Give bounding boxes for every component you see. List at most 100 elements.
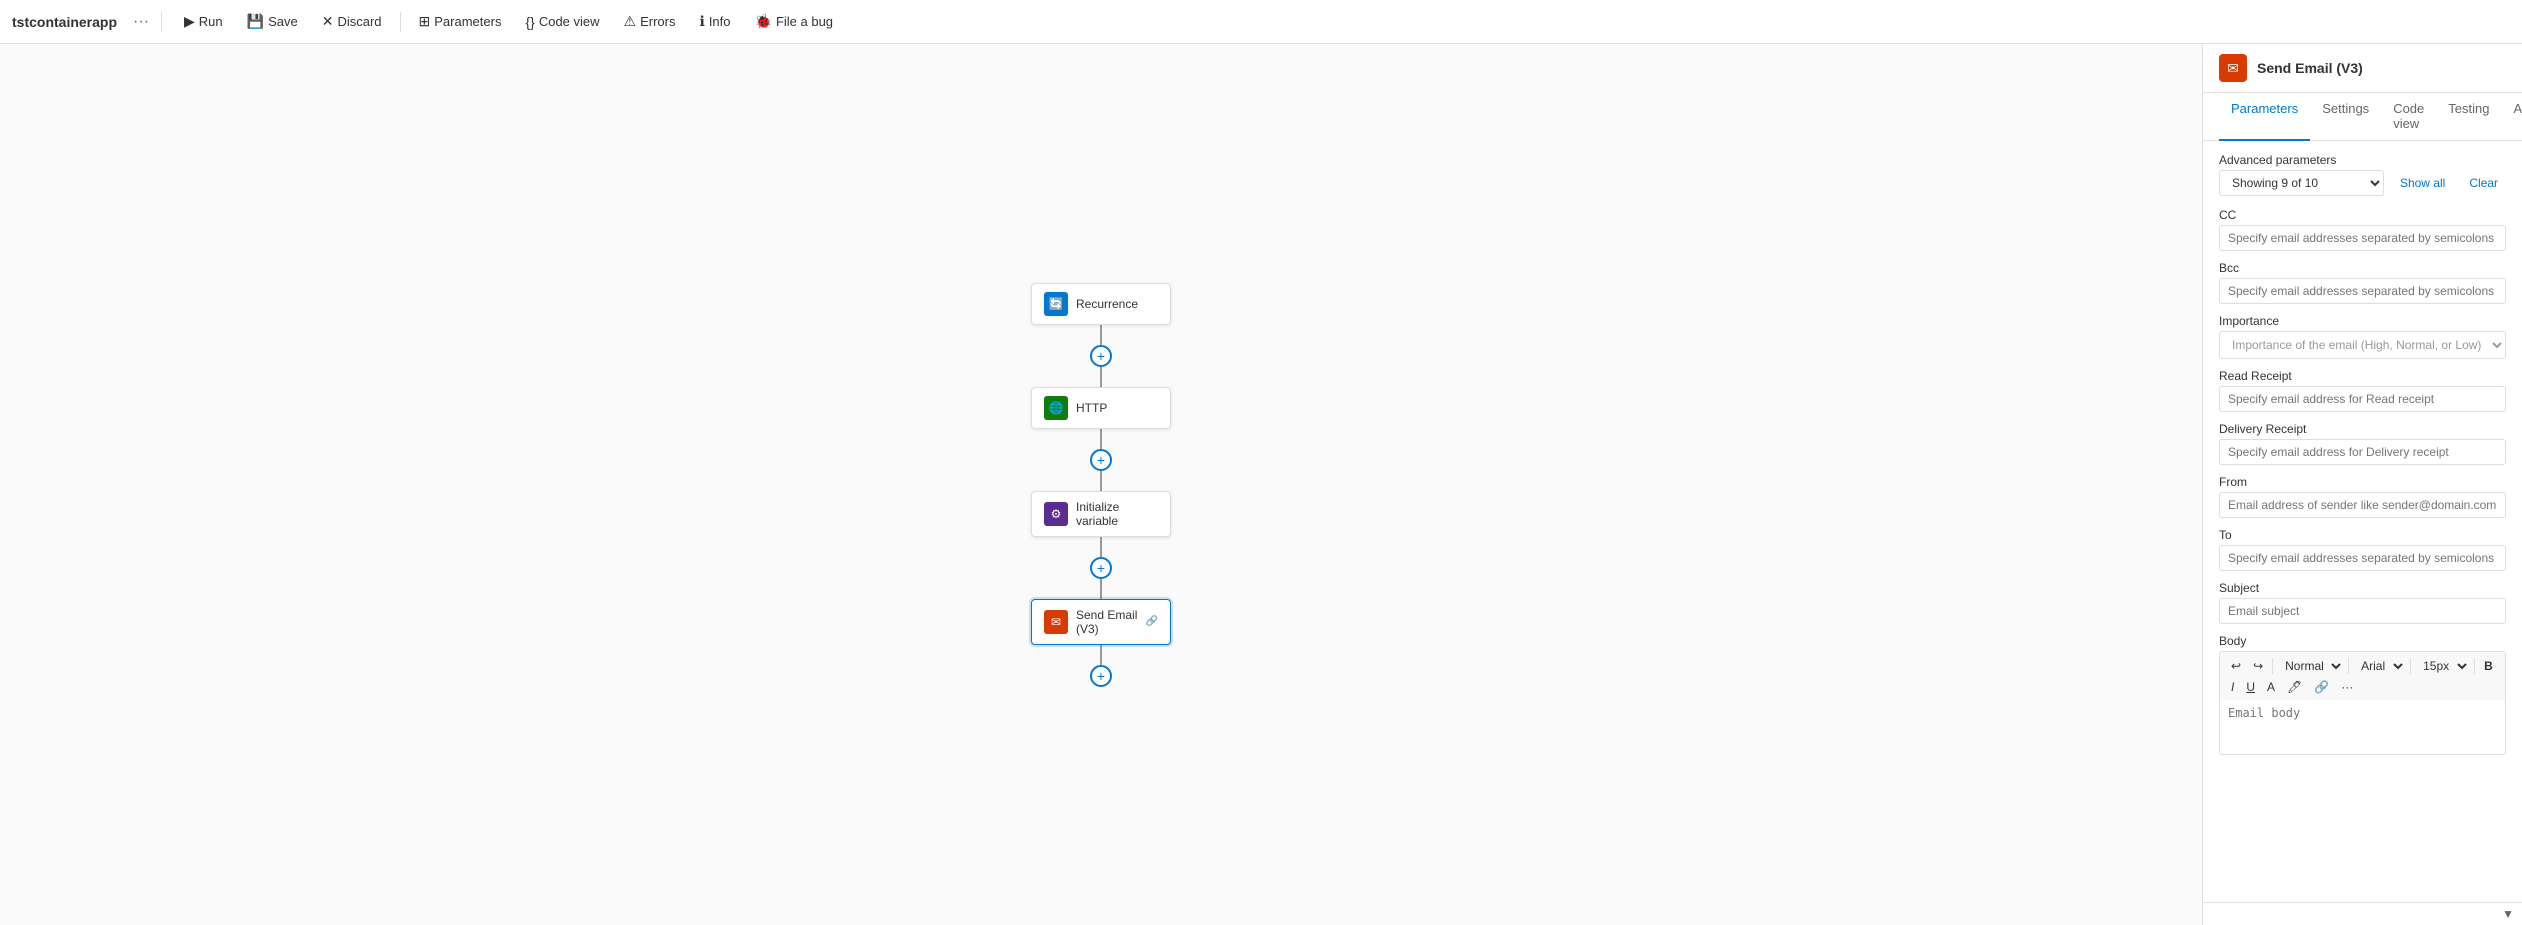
app-dots-menu[interactable]: ···	[133, 13, 149, 31]
canvas[interactable]: 🔄 Recurrence + 🌐 HTTP + ⚙ Initia	[0, 44, 2202, 925]
init-var-icon: ⚙	[1044, 502, 1068, 526]
tab-testing[interactable]: Testing	[2436, 93, 2501, 141]
delivery-receipt-field-group: Delivery Receipt	[2219, 422, 2506, 465]
panel-tabs: Parameters Settings Code view Testing Ab…	[2203, 93, 2522, 141]
line-1b	[1100, 367, 1102, 387]
advanced-params-label: Advanced parameters	[2219, 153, 2506, 167]
errors-icon: ⚠	[624, 13, 637, 30]
info-button[interactable]: ℹ Info	[689, 9, 740, 34]
show-all-button[interactable]: Show all	[2392, 172, 2453, 194]
line-2b	[1100, 471, 1102, 491]
bcc-input[interactable]	[2219, 278, 2506, 304]
advanced-params-row: Showing 9 of 10 Show all Clear	[2219, 170, 2506, 196]
tab-parameters[interactable]: Parameters	[2219, 93, 2310, 141]
code-view-button[interactable]: {} Code view	[515, 10, 609, 34]
save-button[interactable]: 💾 Save	[237, 9, 308, 34]
redo-button[interactable]: ↪	[2248, 657, 2268, 675]
body-textarea[interactable]	[2219, 700, 2506, 755]
connector-1: +	[1090, 325, 1112, 387]
http-label: HTTP	[1076, 401, 1158, 415]
topbar: tstcontainerapp ··· ▶ Run 💾 Save ✕ Disca…	[0, 0, 2522, 44]
advanced-params-select[interactable]: Showing 9 of 10	[2219, 170, 2384, 196]
tab-code-view[interactable]: Code view	[2381, 93, 2436, 141]
highlight-button[interactable]: 🖊	[2282, 678, 2307, 696]
flow-container: 🔄 Recurrence + 🌐 HTTP + ⚙ Initia	[1031, 283, 1171, 687]
toolbar-div-3	[2410, 658, 2411, 674]
add-between-http-init[interactable]: +	[1090, 449, 1112, 471]
init-var-label: Initialize variable	[1076, 500, 1158, 528]
toolbar-div-4	[2474, 658, 2475, 674]
bug-icon: 🐞	[755, 13, 772, 30]
subject-input[interactable]	[2219, 598, 2506, 624]
save-icon: 💾	[247, 13, 264, 30]
toolbar-div-1	[2272, 658, 2273, 674]
add-after-send-email[interactable]: +	[1090, 665, 1112, 687]
more-button[interactable]: ···	[2336, 678, 2358, 696]
subject-field-group: Subject	[2219, 581, 2506, 624]
scroll-down-button[interactable]: ▼	[2502, 907, 2514, 921]
info-icon: ℹ	[699, 13, 704, 30]
bold-button[interactable]: B	[2479, 657, 2498, 675]
importance-select[interactable]: Importance of the email (High, Normal, o…	[2219, 331, 2506, 359]
run-button[interactable]: ▶ Run	[174, 9, 233, 34]
read-receipt-label: Read Receipt	[2219, 369, 2506, 383]
undo-button[interactable]: ↩	[2226, 657, 2246, 675]
parameters-icon: ⊞	[419, 13, 431, 30]
add-between-init-send[interactable]: +	[1090, 557, 1112, 579]
initialize-variable-node[interactable]: ⚙ Initialize variable	[1031, 491, 1171, 537]
tab-about[interactable]: About	[2501, 93, 2522, 141]
bcc-label: Bcc	[2219, 261, 2506, 275]
send-email-node[interactable]: ✉ Send Email (V3) 🔗	[1031, 599, 1171, 645]
advanced-params-section: Advanced parameters Showing 9 of 10 Show…	[2219, 153, 2506, 196]
send-email-icon: ✉	[1044, 610, 1068, 634]
clear-button[interactable]: Clear	[2461, 172, 2506, 194]
from-field-group: From	[2219, 475, 2506, 518]
discard-button[interactable]: ✕ Discard	[312, 9, 392, 34]
underline-button[interactable]: U	[2241, 678, 2260, 696]
connector-3: +	[1090, 537, 1112, 599]
recurrence-node[interactable]: 🔄 Recurrence	[1031, 283, 1171, 325]
parameters-button[interactable]: ⊞ Parameters	[409, 9, 512, 34]
font-select[interactable]: Arial	[2353, 656, 2406, 676]
send-email-label: Send Email (V3)	[1076, 608, 1146, 636]
format-select[interactable]: Normal	[2277, 656, 2344, 676]
http-node[interactable]: 🌐 HTTP	[1031, 387, 1171, 429]
bcc-field-group: Bcc	[2219, 261, 2506, 304]
run-icon: ▶	[184, 13, 195, 30]
to-label: To	[2219, 528, 2506, 542]
body-field-group: Body ↩ ↪ Normal Arial 15px	[2219, 634, 2506, 758]
toolbar: ▶ Run 💾 Save ✕ Discard ⊞ Parameters {} C…	[174, 9, 843, 34]
cc-label: CC	[2219, 208, 2506, 222]
cc-field-group: CC	[2219, 208, 2506, 251]
cc-input[interactable]	[2219, 225, 2506, 251]
from-label: From	[2219, 475, 2506, 489]
subject-label: Subject	[2219, 581, 2506, 595]
line-2	[1100, 429, 1102, 449]
discard-icon: ✕	[322, 13, 334, 30]
main-area: 🔄 Recurrence + 🌐 HTTP + ⚙ Initia	[0, 44, 2522, 925]
file-bug-button[interactable]: 🐞 File a bug	[745, 9, 844, 34]
recurrence-icon: 🔄	[1044, 292, 1068, 316]
add-between-recurrence-http[interactable]: +	[1090, 345, 1112, 367]
delivery-receipt-label: Delivery Receipt	[2219, 422, 2506, 436]
recurrence-label: Recurrence	[1076, 297, 1158, 311]
delivery-receipt-input[interactable]	[2219, 439, 2506, 465]
read-receipt-input[interactable]	[2219, 386, 2506, 412]
link-button[interactable]: 🔗	[2309, 678, 2334, 696]
body-label: Body	[2219, 634, 2506, 648]
line-1	[1100, 325, 1102, 345]
size-select[interactable]: 15px	[2415, 656, 2470, 676]
toolbar-divider	[400, 12, 401, 32]
code-icon: {}	[525, 14, 534, 30]
panel-header: ✉ Send Email (V3)	[2203, 44, 2522, 93]
node-link-icon: 🔗	[1146, 616, 1158, 627]
to-input[interactable]	[2219, 545, 2506, 571]
italic-button[interactable]: I	[2226, 678, 2239, 696]
font-color-button[interactable]: A	[2262, 678, 2280, 696]
to-field-group: To	[2219, 528, 2506, 571]
tab-settings[interactable]: Settings	[2310, 93, 2381, 141]
importance-label: Importance	[2219, 314, 2506, 328]
from-input[interactable]	[2219, 492, 2506, 518]
errors-button[interactable]: ⚠ Errors	[614, 9, 686, 34]
body-toolbar: ↩ ↪ Normal Arial 15px B	[2219, 651, 2506, 700]
